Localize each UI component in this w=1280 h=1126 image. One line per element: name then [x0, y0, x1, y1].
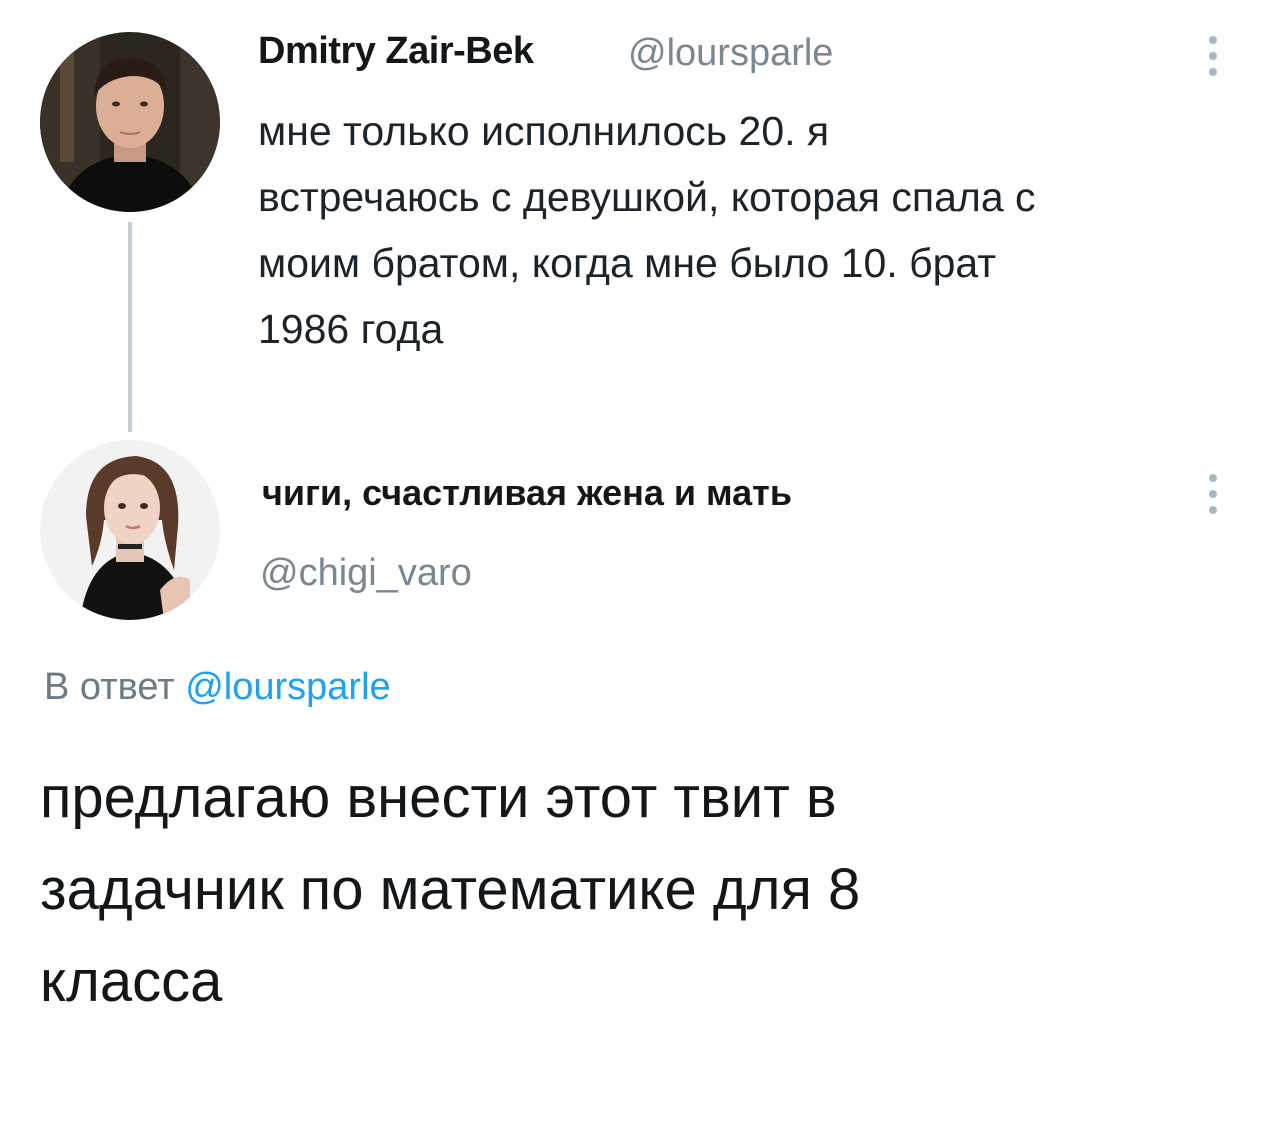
reply-mention-link[interactable]: @loursparle — [185, 666, 390, 708]
tweet-text-line: 1986 года — [258, 306, 444, 352]
tweet-text-line: мне только исполнилось 20. я — [258, 108, 830, 154]
person-avatar-icon — [40, 32, 220, 212]
more-vertical-icon[interactable] — [1207, 474, 1219, 514]
person-avatar-icon — [40, 440, 220, 620]
thread-connector-line — [128, 222, 132, 432]
reply-text-line: задачник по математике для 8 — [40, 857, 861, 922]
reply-author-handle[interactable]: @chigi_varo — [260, 552, 472, 595]
reply-author-avatar[interactable] — [40, 440, 220, 620]
tweet-text-line: встречаюсь с девушкой, которая спала с — [258, 174, 1036, 220]
reply-text-line: предлагаю внести этот твит в — [40, 765, 837, 830]
reply-prefix: В ответ — [44, 666, 175, 708]
reply-text-line: класса — [40, 949, 223, 1014]
author-avatar[interactable] — [40, 32, 220, 212]
tweet-text-line: моим братом, когда мне было 10. брат — [258, 240, 997, 286]
reply-text: предлагаю внести этот твит в задачник по… — [40, 752, 1240, 1028]
reply-author-name[interactable]: чиги, счастливая жена и мать — [262, 472, 792, 514]
tweet-text: мне только исполнилось 20. я встречаюсь … — [258, 98, 1238, 362]
author-handle[interactable]: @loursparle — [628, 32, 833, 75]
replying-to: В ответ @loursparle — [44, 666, 391, 709]
author-name[interactable]: Dmitry Zair-Bek — [258, 30, 534, 73]
more-vertical-icon[interactable] — [1207, 36, 1219, 76]
